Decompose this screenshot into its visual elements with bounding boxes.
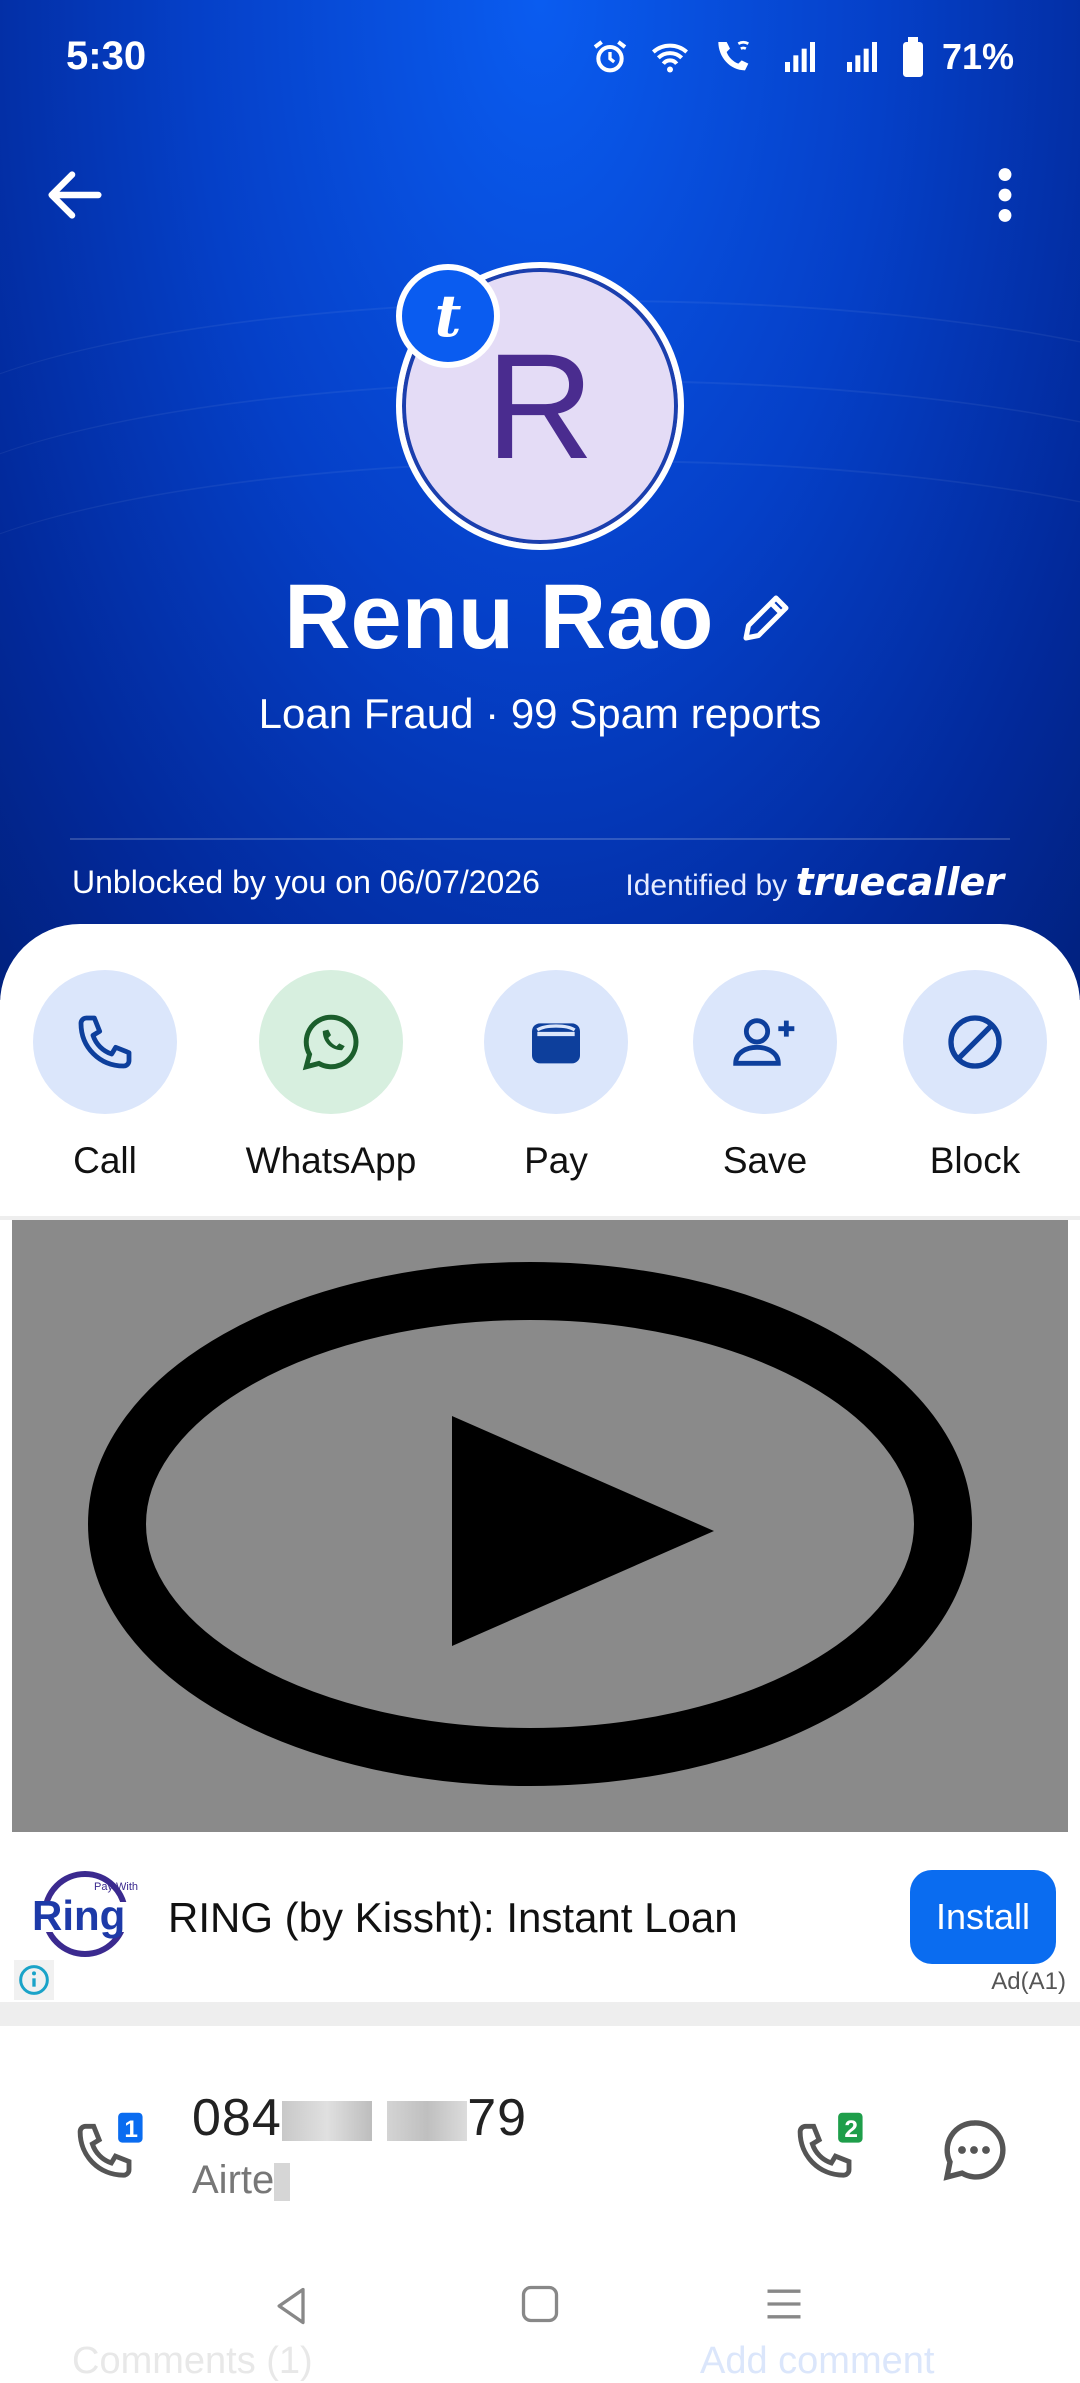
system-nav-bar: Comments (1) Add comment [0,2236,1080,2382]
call-circle [33,970,177,1114]
sim2-number: 2 [844,2116,858,2143]
nav-back-icon[interactable] [270,2284,314,2328]
block-circle [903,970,1047,1114]
save-button[interactable]: Save [665,970,865,1182]
truecaller-logo: truecaller [795,860,1004,904]
nav-home-icon[interactable] [518,2282,562,2326]
whatsapp-button[interactable]: WhatsApp [231,970,431,1182]
phone-number-row[interactable]: 1 084 79 Airte 2 [0,2026,1080,2236]
status-bar: 5:30 71% [0,0,1080,120]
section-gap [0,2002,1080,2026]
whatsapp-icon [302,1014,359,1071]
ad-banner[interactable]: Pay With Ring RING (by Kissht): Instant … [0,1832,1080,2002]
action-bar: Call WhatsApp Pay Save Block [0,924,1080,1220]
carrier-name: Airte [192,2158,291,2203]
identified-by: Identified by truecaller [625,860,1004,904]
call-label: Call [73,1140,137,1181]
pay-label: Pay [524,1140,588,1181]
avatar-letter: R [485,321,595,490]
save-circle [693,970,837,1114]
status-icons: 71% [590,36,1014,78]
number-redacted [387,2101,468,2142]
ring-logo-text: Ring [32,1892,125,1939]
battery-percent: 71% [941,36,1014,77]
play-icon[interactable] [12,1220,1068,1832]
carrier-redacted [274,2163,291,2202]
truecaller-badge-icon: t [396,264,500,368]
add-contact-icon [733,1018,795,1066]
nav-recents-icon[interactable] [762,2282,806,2326]
block-icon [948,1015,1002,1069]
ad-title[interactable]: RING (by Kissht): Instant Loan [168,1894,738,1942]
number-end: 79 [467,2089,528,2147]
block-label: Block [929,1140,1021,1181]
battery-icon [902,37,923,77]
profile-header: 5:30 71% R t Renu Rao Loan Fraud · 99 Sp… [0,0,1080,1000]
comments-tab[interactable]: Comments (1) [72,2340,313,2383]
video-ad[interactable] [12,1220,1068,1832]
back-arrow-icon[interactable] [40,160,110,230]
save-label: Save [722,1140,808,1181]
wifi-calling-icon [718,41,749,71]
whatsapp-circle [259,970,403,1114]
more-options-icon[interactable] [970,160,1040,230]
carrier-text: Airte [192,2158,275,2202]
call-button[interactable]: Call [5,970,205,1182]
whatsapp-label: WhatsApp [245,1140,417,1181]
ring-logo: Pay With Ring [30,1871,140,1957]
phone-number: 084 79 [192,2088,527,2148]
name-row: Renu Rao [0,565,1080,670]
contact-name: Renu Rao [284,566,714,668]
wifi-icon [651,43,688,73]
ad-label: Ad(A1) [991,1968,1066,1995]
number-start: 084 [192,2089,282,2147]
install-button[interactable]: Install [910,1870,1056,1964]
sim1-number: 1 [124,2116,138,2143]
pay-button[interactable]: Pay [456,970,656,1182]
avatar[interactable]: R t [396,262,684,550]
spam-info: Loan Fraud · 99 Spam reports [258,690,822,737]
signal-icon [846,42,877,72]
phone-sim2-icon[interactable]: 2 [792,2110,868,2186]
alarm-icon [593,40,627,73]
header-divider [70,838,1010,840]
status-time: 5:30 [66,34,147,78]
phone-sim1-icon[interactable]: 1 [72,2110,148,2186]
edit-pencil-icon[interactable] [736,588,796,648]
unblocked-text: Unblocked by you on 06/07/2026 [72,864,540,900]
signal-icon [784,42,815,72]
info-icon[interactable] [14,1960,54,2000]
identified-prefix: Identified by [625,869,788,902]
phone-icon [78,1015,132,1069]
block-button[interactable]: Block [875,970,1075,1182]
pay-circle [484,970,628,1114]
add-comment-button[interactable]: Add comment [700,2340,934,2383]
message-icon[interactable] [938,2114,1010,2186]
wallet-icon [532,1023,580,1064]
number-redacted [281,2101,372,2142]
